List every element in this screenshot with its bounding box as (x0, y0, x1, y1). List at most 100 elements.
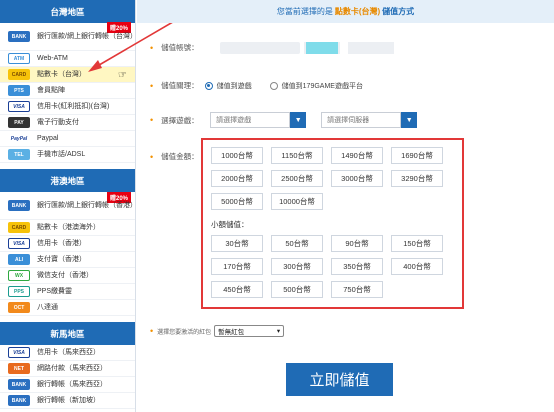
sidebar-item-label: 八達通 (37, 304, 58, 311)
point-card-icon: CARD (8, 222, 30, 233)
sidebar-item-label: PPS繳費靈 (37, 288, 73, 295)
small-amount-button[interactable]: 30台幣 (211, 235, 263, 252)
alipay-icon: ALI (8, 254, 30, 265)
radio-option-platform[interactable]: 儲值到179GAME遊戲平台 (269, 81, 363, 91)
sidebar-item-label: Web-ATM (37, 55, 68, 62)
sidebar-item-alipay-hk[interactable]: ALI 支付寶（香港） (0, 252, 135, 268)
account-value-masked (348, 42, 394, 54)
small-amount-button[interactable]: 300台幣 (271, 258, 323, 275)
bank-icon: BANK (8, 200, 30, 211)
sidebar-item-label: 銀行轉帳（新加坡） (37, 397, 100, 404)
bullet-icon: • (150, 42, 154, 53)
sidebar-item-wechat-pay-hk[interactable]: WX 微信支付（香港） (0, 268, 135, 284)
mouse-cursor-icon: ☞ (118, 70, 127, 81)
server-select[interactable]: 請選擇伺服器 (321, 112, 402, 128)
radio-checked-icon[interactable] (204, 81, 213, 90)
sidebar-item-bank-sg[interactable]: BANK 銀行轉帳（新加坡） (0, 393, 135, 409)
small-amount-button[interactable]: 350台幣 (331, 258, 383, 275)
visa-icon: VISA (8, 347, 30, 358)
bullet-icon: • (150, 115, 154, 125)
small-amount-button[interactable]: 500台幣 (271, 281, 323, 298)
bullet-icon: • (150, 80, 154, 91)
game-row: • 選擇遊戲： 請選擇遊戲 ▼ 請選擇伺服器 ▼ (150, 112, 418, 128)
webatm-icon: ATM (8, 53, 30, 64)
red-packet-row: • 選擇您要激活的紅包 暫無紅包 ▾ (150, 325, 285, 337)
small-amount-button[interactable]: 750台幣 (331, 281, 383, 298)
radio-unchecked-icon[interactable] (269, 81, 278, 90)
small-amount-button[interactable]: 170台幣 (211, 258, 263, 275)
sidebar-item-credit-card-my[interactable]: VISA 信用卡（馬來西亞） (0, 345, 135, 361)
amount-button[interactable]: 5000台幣 (211, 193, 263, 210)
red-packet-select[interactable]: 暫無紅包 ▾ (214, 325, 285, 337)
sidebar-item-label: 信用卡(紅利抵扣)(台灣) (37, 103, 110, 110)
small-amount-button[interactable]: 150台幣 (391, 235, 443, 252)
bank-icon: BANK (8, 395, 30, 406)
account-value-masked (220, 42, 300, 54)
sidebar-item-label: 點數卡（台灣） (37, 71, 86, 78)
amount-button[interactable]: 3000台幣 (331, 170, 383, 187)
section-header-hongkong: 港澳地區 (0, 169, 135, 192)
sidebar-item-label: 會員點陣 (37, 87, 65, 94)
wechat-pay-icon: WX (8, 270, 30, 281)
small-amount-button[interactable]: 50台幣 (271, 235, 323, 252)
selected-method-bar: 您當前選擇的是 點數卡(台灣) 儲值方式 (137, 0, 554, 23)
section-header-singapore: 新馬地區 (0, 322, 135, 345)
phone-adsl-icon: TEL (8, 149, 30, 160)
sidebar-item-webatm[interactable]: ATM Web-ATM (0, 51, 135, 67)
sidebar-item-mobile-pay[interactable]: PAY 電子行動支付 (0, 115, 135, 131)
submit-button[interactable]: 立即儲值 (286, 363, 393, 396)
pps-icon: PPS (8, 286, 30, 297)
bank-icon: BANK (8, 379, 30, 390)
small-amount-button[interactable]: 400台幣 (391, 258, 443, 275)
payment-sidebar: 台灣地區 贈20% BANK 銀行匯款/網上銀行轉帳（台灣） ATM Web-A… (0, 0, 137, 412)
sidebar-item-label: 手機市話/ADSL (37, 151, 86, 158)
chevron-down-icon: ▾ (276, 328, 281, 335)
point-card-icon: CARD (8, 69, 30, 80)
sidebar-item-point-card-tw[interactable]: CARD 點數卡（台灣） (0, 67, 135, 83)
bank-icon: BANK (8, 31, 30, 42)
mobile-pay-icon: PAY (8, 117, 30, 128)
chevron-down-icon[interactable]: ▼ (401, 112, 418, 128)
amount-button[interactable]: 1490台幣 (331, 147, 383, 164)
amount-button[interactable]: 1690台幣 (391, 147, 443, 164)
amount-button[interactable]: 3290台幣 (391, 170, 443, 187)
game-select[interactable]: 請選擇遊戲 (210, 112, 291, 128)
member-points-icon: PTS (8, 85, 30, 96)
account-row: • 儲值帳號： (150, 42, 199, 53)
sidebar-item-paypal[interactable]: PayPal Paypal (0, 131, 135, 147)
amount-button[interactable]: 10000台幣 (271, 193, 323, 210)
sidebar-item-label: 微信支付（香港） (37, 272, 93, 279)
sidebar-item-bank-my[interactable]: BANK 銀行轉帳（馬來西亞） (0, 377, 135, 393)
sidebar-item-label: 點數卡（港澳海外） (37, 224, 100, 231)
amount-button[interactable]: 1000台幣 (211, 147, 263, 164)
sidebar-item-label: Paypal (37, 135, 59, 142)
sidebar-item-pps[interactable]: PPS PPS繳費靈 (0, 284, 135, 300)
paypal-icon: PayPal (8, 133, 30, 144)
bullet-icon: • (150, 326, 154, 336)
sidebar-item-credit-card-tw[interactable]: VISA 信用卡(紅利抵扣)(台灣) (0, 99, 135, 115)
radio-option-game[interactable]: 儲值到遊戲 (204, 81, 252, 91)
sidebar-item-bank-tw[interactable]: BANK 銀行匯款/網上銀行轉帳（台灣） (0, 23, 137, 51)
sidebar-item-credit-card-hk[interactable]: VISA 信用卡（香港） (0, 236, 135, 252)
sidebar-item-member-points[interactable]: PTS 會員點陣 (0, 83, 135, 99)
chevron-down-icon[interactable]: ▼ (290, 112, 307, 128)
amount-button[interactable]: 2000台幣 (211, 170, 263, 187)
account-value-highlight (306, 42, 338, 54)
visa-icon: VISA (8, 101, 30, 112)
sidebar-item-online-pay-my[interactable]: NET 網路付款（馬來西亞） (0, 361, 135, 377)
small-amount-title: 小額儲值： (211, 220, 249, 229)
sidebar-item-phone-adsl[interactable]: TEL 手機市話/ADSL (0, 147, 135, 163)
visa-icon: VISA (8, 238, 30, 249)
amount-row: • 儲值金額： (150, 151, 199, 162)
amount-button[interactable]: 2500台幣 (271, 170, 323, 187)
sidebar-item-label: 銀行匯款/網上銀行轉帳（台灣） (37, 33, 137, 40)
amount-button[interactable]: 1150台幣 (271, 147, 323, 164)
small-amount-button[interactable]: 450台幣 (211, 281, 263, 298)
sidebar-item-label: 信用卡（馬來西亞） (37, 349, 100, 356)
sidebar-item-octopus[interactable]: OCT 八達通 (0, 300, 135, 316)
octopus-icon: OCT (8, 302, 30, 313)
small-amount-button[interactable]: 90台幣 (331, 235, 383, 252)
sidebar-item-bank-hk[interactable]: BANK 銀行匯款/網上銀行轉帳（香港） (0, 192, 137, 220)
sidebar-item-point-card-hk[interactable]: CARD 點數卡（港澳海外） (0, 220, 135, 236)
sidebar-item-label: 網路付款（馬來西亞） (37, 365, 107, 372)
